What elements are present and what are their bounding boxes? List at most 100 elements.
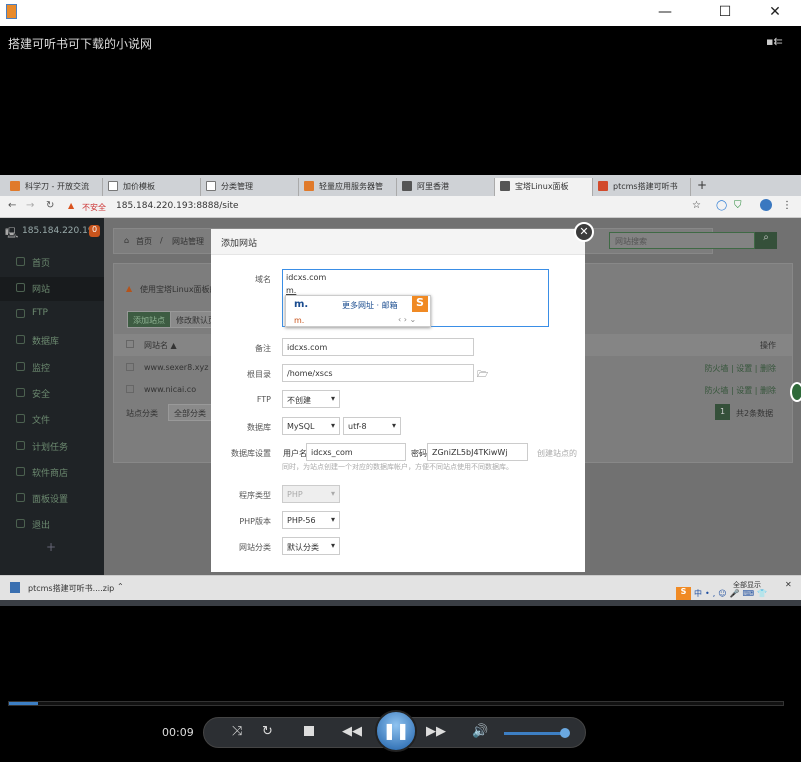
sidebar-item-home[interactable]: 首页 [0,251,104,275]
sidebar-item-label: 监控 [32,364,51,374]
previous-button[interactable]: ◀◀ [342,724,362,739]
breadcrumb-separator: / [160,236,163,245]
side-float-button[interactable] [790,382,801,402]
db-user-input[interactable]: idcxs_com [306,443,406,461]
sidebar-item-database[interactable]: 数据库 [0,329,104,353]
maximize-button[interactable]: ☐ [710,4,740,20]
browser-tab-active[interactable]: 宝塔Linux面板 [495,178,593,196]
sidebar-item-store[interactable]: 软件商店 [0,461,104,485]
modal-close-button[interactable]: ✕ [574,222,594,242]
db-password-label: 密码 [411,449,427,458]
server-ip: 185.184.220.193 [22,226,100,236]
next-button[interactable]: ▶▶ [426,724,446,739]
db-password-input[interactable]: ZGniZL5bJ4TKiwWj [427,443,528,461]
domain-textarea[interactable]: idcxs.com m. m. 更多网址 · 邮箱 S m. ‹ › ⌄ [282,269,549,327]
add-icon[interactable]: + [46,540,56,554]
row-actions[interactable]: 防火墙 | 设置 | 删除 [704,385,776,396]
url-input[interactable]: 185.184.220.193:8888/site [116,201,239,211]
seek-bar[interactable] [8,701,784,706]
sidebar-item-website[interactable]: 网站 [0,277,104,301]
pause-button[interactable]: ❚❚ [375,710,417,752]
volume-handle[interactable] [560,728,570,738]
category-select[interactable]: 全部分类 [168,404,212,421]
volume-slider[interactable] [504,728,570,738]
add-site-button[interactable]: 添加站点 [127,311,171,328]
modal-title: 添加网站 [211,229,585,255]
chevron-up-icon[interactable]: ⌃ [117,582,124,591]
sidebar-item-ftp[interactable]: FTP [0,303,104,327]
seek-progress [9,702,39,705]
stop-button[interactable] [304,726,314,736]
search-input[interactable]: 网站搜索 [609,232,755,249]
ftp-select[interactable]: 不创建 [282,390,340,408]
sogou-ime-icon[interactable]: S [676,587,691,601]
repeat-icon[interactable]: ↻ [262,724,273,739]
program-type-select[interactable]: PHP [282,485,340,503]
back-icon[interactable]: ← [8,200,16,211]
shield-icon [16,388,25,397]
shield-extension-icon[interactable]: ⛉ [734,200,742,211]
total-count: 共2条数据 [736,409,774,418]
browser-tab[interactable]: 阿里香港 [397,178,495,196]
charset-select[interactable]: utf-8 [343,417,401,435]
reload-icon[interactable]: ↻ [46,200,54,211]
notification-badge[interactable]: 0 [89,225,100,237]
browser-tab[interactable]: 加价模板 [103,178,201,196]
download-file[interactable]: ptcms搭建可听书....zip [28,583,114,594]
breadcrumb-home[interactable]: 首页 [136,236,152,247]
site-category-select[interactable]: 默认分类 [282,537,340,555]
ime-candidate[interactable]: m. [294,316,304,325]
browser-tab[interactable]: 轻量应用服务器管 [299,178,397,196]
row-checkbox[interactable] [126,363,134,371]
ime-toolbar-icons[interactable]: 中•,☺🎤⌨👕 [694,588,770,599]
close-download-bar-icon[interactable]: ✕ [785,580,792,589]
column-header-name[interactable]: 网站名 ▲ [144,340,177,351]
browser-tab[interactable]: ptcms搭建可听书 [593,178,691,196]
php-version-select[interactable]: PHP-56 [282,511,340,529]
sidebar-item-label: 面板设置 [32,495,69,505]
site-name-link[interactable]: www.nicai.co [144,385,196,394]
ime-page-arrows-icon[interactable]: ‹ › ⌄ [398,315,416,324]
profile-avatar[interactable] [760,199,772,211]
sidebar-item-logout[interactable]: 退出 [0,513,104,537]
ime-popup: m. 更多网址 · 邮箱 S m. ‹ › ⌄ [285,295,431,327]
category-label: 站点分类 [126,409,158,418]
warning-icon: ▲ [68,201,75,210]
sidebar-item-cron[interactable]: 计划任务 [0,435,104,459]
tab-label: 加价模板 [123,182,155,191]
browser-tab[interactable]: 分类管理 [201,178,299,196]
row-checkbox[interactable] [126,385,134,393]
sidebar-item-security[interactable]: 安全 [0,382,104,406]
page-button[interactable]: 1 [715,404,730,420]
logout-icon [16,519,25,528]
page-icon [206,181,216,191]
menu-icon[interactable]: ⋮ [782,200,792,211]
tab-label: 分类管理 [221,182,253,191]
close-window-button[interactable]: ✕ [760,4,790,20]
remark-input[interactable]: idcxs.com [282,338,474,356]
search-button[interactable]: ⌕ [755,232,777,249]
domain-line: idcxs.com [286,273,327,282]
shuffle-icon[interactable]: ⤨ [232,724,242,739]
sidebar-item-settings[interactable]: 面板设置 [0,487,104,511]
extension-icon[interactable]: ◯ [716,200,727,211]
minimize-button[interactable]: — [650,4,680,20]
volume-icon[interactable]: 🔊 [472,724,488,739]
domain-line: m. [286,286,297,295]
database-select[interactable]: MySQL [282,417,340,435]
new-tab-button[interactable]: + [697,178,707,192]
forward-icon[interactable]: → [26,200,34,211]
browser-tab[interactable]: 科学刀 - 开放交流 [5,178,103,196]
sidebar-item-monitor[interactable]: 监控 [0,356,104,380]
root-dir-input[interactable]: /home/xscs [282,364,474,382]
playlist-toggle-icon[interactable]: ▪⇇ [766,35,783,48]
site-name-link[interactable]: www.sexer8.xyz [144,363,208,372]
select-all-checkbox[interactable] [126,340,134,348]
row-actions[interactable]: 防火墙 | 设置 | 删除 [704,363,776,374]
ime-hint[interactable]: 更多网址 · 邮箱 [342,300,398,311]
folder-open-icon[interactable]: 🗁 [477,367,488,383]
bookmark-star-icon[interactable]: ☆ [692,200,701,211]
breadcrumb-current: 网站管理 [172,237,204,246]
sidebar-item-files[interactable]: 文件 [0,408,104,432]
bt-icon [500,181,510,191]
